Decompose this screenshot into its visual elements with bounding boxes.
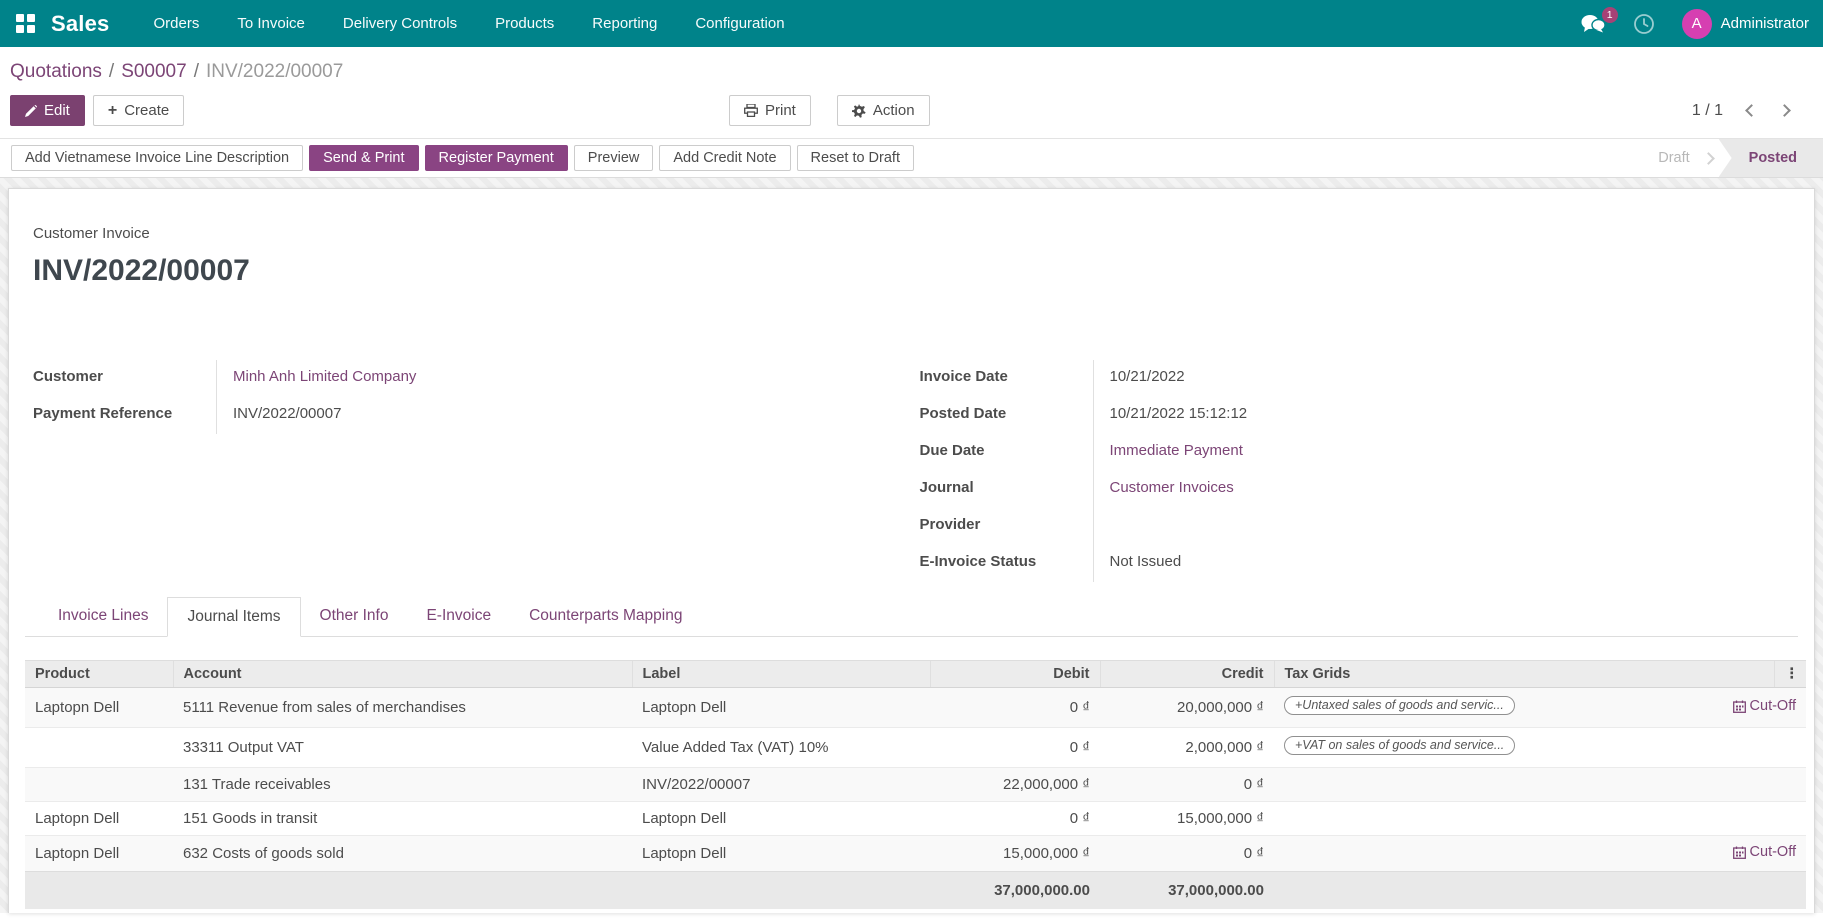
invoice-sheet: Customer Invoice INV/2022/00007 Customer… xyxy=(8,188,1815,913)
table-row[interactable]: Laptopn Dell 5111 Revenue from sales of … xyxy=(25,688,1806,728)
col-debit[interactable]: Debit xyxy=(930,661,1100,688)
state-arrow-icon xyxy=(1702,152,1715,165)
add-vietnamese-description-button[interactable]: Add Vietnamese Invoice Line Description xyxy=(11,145,303,171)
user-name: Administrator xyxy=(1721,15,1809,32)
table-footer-row: 37,000,000.00 37,000,000.00 xyxy=(25,871,1806,909)
menu-orders[interactable]: Orders xyxy=(154,1,200,46)
main-menu: Orders To Invoice Delivery Controls Prod… xyxy=(154,1,785,46)
field-due-date: Due Date Immediate Payment xyxy=(920,434,1789,471)
apps-menu-icon[interactable] xyxy=(16,14,35,33)
field-payment-reference: Payment Reference INV/2022/00007 xyxy=(33,397,912,434)
register-payment-button[interactable]: Register Payment xyxy=(425,145,568,171)
user-menu[interactable]: A Administrator xyxy=(1682,9,1809,39)
journal-link[interactable]: Customer Invoices xyxy=(1110,479,1234,496)
notebook-tabs: Invoice Lines Journal Items Other Info E… xyxy=(25,597,1798,637)
field-provider: Provider xyxy=(920,508,1789,545)
table-row[interactable]: 33311 Output VAT Value Added Tax (VAT) 1… xyxy=(25,728,1806,768)
menu-products[interactable]: Products xyxy=(495,1,554,46)
field-einvoice-status: E-Invoice Status Not Issued xyxy=(920,545,1789,582)
state-posted: Posted xyxy=(1719,139,1823,177)
plus-icon: + xyxy=(108,106,117,116)
pencil-icon xyxy=(25,105,37,117)
breadcrumb-s00007[interactable]: S00007 xyxy=(121,61,187,82)
credit-total: 37,000,000.00 xyxy=(1100,871,1274,909)
col-label[interactable]: Label xyxy=(632,661,930,688)
table-row[interactable]: 131 Trade receivables INV/2022/00007 22,… xyxy=(25,768,1806,802)
state-draft[interactable]: Draft xyxy=(1648,139,1695,177)
tax-grid-tag[interactable]: +VAT on sales of goods and service... xyxy=(1284,736,1515,755)
tab-other-info[interactable]: Other Info xyxy=(301,597,408,636)
posted-date-value: 10/21/2022 15:12:12 xyxy=(1093,397,1789,434)
calendar-icon xyxy=(1733,846,1746,859)
col-product[interactable]: Product xyxy=(25,661,173,688)
reset-to-draft-button[interactable]: Reset to Draft xyxy=(797,145,914,171)
gear-icon xyxy=(852,104,866,118)
invoice-date-value: 10/21/2022 xyxy=(1093,360,1789,397)
table-header-row: Product Account Label Debit Credit Tax G… xyxy=(25,661,1806,688)
payment-reference-value: INV/2022/00007 xyxy=(216,397,912,434)
provider-value xyxy=(1093,508,1789,545)
payment-terms-link[interactable]: Immediate Payment xyxy=(1110,442,1243,459)
journal-items-table: Product Account Label Debit Credit Tax G… xyxy=(25,660,1806,909)
table-row[interactable]: Laptopn Dell 151 Goods in transit Laptop… xyxy=(25,802,1806,836)
calendar-icon xyxy=(1733,700,1746,713)
print-button[interactable]: Print xyxy=(729,95,811,126)
app-name[interactable]: Sales xyxy=(51,11,110,37)
create-button[interactable]: + Create xyxy=(93,95,184,126)
menu-to-invoice[interactable]: To Invoice xyxy=(237,1,305,46)
breadcrumb: Quotations/S00007/INV/2022/00007 xyxy=(10,57,1813,93)
cutoff-button[interactable]: Cut-Off xyxy=(1733,844,1796,860)
field-posted-date: Posted Date 10/21/2022 15:12:12 xyxy=(920,397,1789,434)
pager-next-icon[interactable] xyxy=(1778,104,1791,117)
col-account[interactable]: Account xyxy=(173,661,632,688)
col-credit[interactable]: Credit xyxy=(1100,661,1274,688)
state-widget: Draft Posted xyxy=(1648,139,1823,177)
field-invoice-date: Invoice Date 10/21/2022 xyxy=(920,360,1789,397)
tab-journal-items[interactable]: Journal Items xyxy=(167,597,300,637)
einvoice-status-value: Not Issued xyxy=(1093,545,1789,582)
tab-e-invoice[interactable]: E-Invoice xyxy=(407,597,510,636)
invoice-number-title: INV/2022/00007 xyxy=(25,254,1798,288)
pager-previous-icon[interactable] xyxy=(1745,104,1758,117)
menu-reporting[interactable]: Reporting xyxy=(592,1,657,46)
activities-clock-icon[interactable] xyxy=(1632,12,1656,36)
menu-configuration[interactable]: Configuration xyxy=(695,1,784,46)
messages-badge: 1 xyxy=(1602,7,1618,23)
document-type-label: Customer Invoice xyxy=(25,225,1798,242)
menu-delivery-controls[interactable]: Delivery Controls xyxy=(343,1,457,46)
top-navbar: Sales Orders To Invoice Delivery Control… xyxy=(0,0,1823,47)
pager-count: 1 / 1 xyxy=(1692,102,1723,120)
messages-icon[interactable]: 1 xyxy=(1581,14,1606,33)
send-print-button[interactable]: Send & Print xyxy=(309,145,418,171)
table-row[interactable]: Laptopn Dell 632 Costs of goods sold Lap… xyxy=(25,836,1806,872)
tab-counterparts-mapping[interactable]: Counterparts Mapping xyxy=(510,597,701,636)
optional-columns-toggle-icon[interactable]: ⋮ xyxy=(1774,661,1806,688)
action-button[interactable]: Action xyxy=(837,95,930,126)
pager: 1 / 1 xyxy=(1692,102,1803,120)
printer-icon xyxy=(744,104,758,117)
avatar: A xyxy=(1682,9,1712,39)
cutoff-button[interactable]: Cut-Off xyxy=(1733,698,1796,714)
field-customer: Customer Minh Anh Limited Company xyxy=(33,360,912,397)
breadcrumb-quotations[interactable]: Quotations xyxy=(10,61,102,82)
tax-grid-tag[interactable]: +Untaxed sales of goods and servic... xyxy=(1284,696,1515,715)
add-credit-note-button[interactable]: Add Credit Note xyxy=(659,145,790,171)
tab-invoice-lines[interactable]: Invoice Lines xyxy=(39,597,167,636)
control-panel: Quotations/S00007/INV/2022/00007 Edit + … xyxy=(0,47,1823,138)
form-background: Customer Invoice INV/2022/00007 Customer… xyxy=(0,178,1823,913)
preview-button[interactable]: Preview xyxy=(574,145,654,171)
debit-total: 37,000,000.00 xyxy=(930,871,1100,909)
edit-button[interactable]: Edit xyxy=(10,95,85,126)
field-journal: Journal Customer Invoices xyxy=(920,471,1789,508)
breadcrumb-current: INV/2022/00007 xyxy=(206,61,343,82)
col-tax-grids[interactable]: Tax Grids xyxy=(1274,661,1654,688)
statusbar: Add Vietnamese Invoice Line Description … xyxy=(0,138,1823,178)
customer-link[interactable]: Minh Anh Limited Company xyxy=(233,368,416,385)
